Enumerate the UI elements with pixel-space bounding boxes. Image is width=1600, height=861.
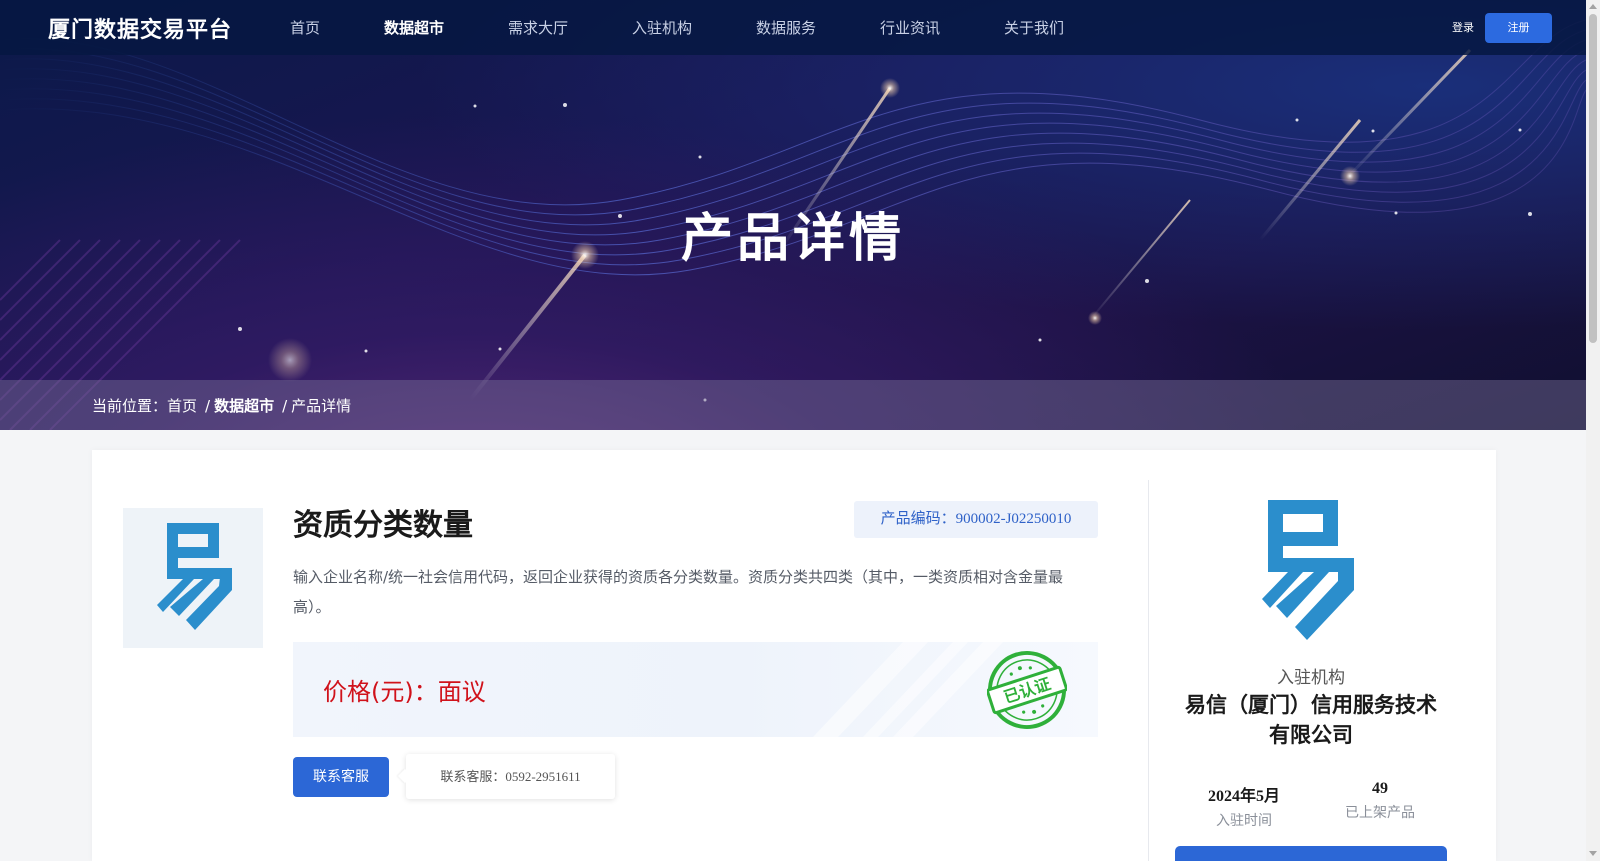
org-label: 入驻机构 [1277,668,1345,688]
breadcrumb-prefix: 当前位置： [92,397,168,415]
vertical-divider [1148,480,1149,861]
breadcrumb-current: 产品详情 [291,397,352,415]
price-box: 价格(元)：面议 已认证 [293,642,1098,737]
stat-product-count-value: 49 [1372,780,1388,797]
breadcrumb-data-market[interactable]: 数据超市 [214,397,274,415]
org-name-line2: 有限公司 [1269,723,1353,747]
nav-demand-hall[interactable]: 需求大厅 [508,17,568,38]
site-logo[interactable]: 厦门数据交易平台 [48,12,232,44]
contact-service-button[interactable]: 联系客服 [293,757,389,797]
org-name-line1: 易信（厦门）信用服务技术 [1185,693,1437,717]
top-navbar: 厦门数据交易平台 首页 数据超市 需求大厅 入驻机构 数据服务 行业资讯 关于我… [0,0,1586,55]
org-name: 易信（厦门）信用服务技术 有限公司 [1175,690,1447,750]
nav-data-market[interactable]: 数据超市 [384,17,444,38]
certified-stamp: 已认证 [987,651,1067,729]
breadcrumb-separator: / [282,397,288,415]
stat-product-count-label: 已上架产品 [1345,805,1415,821]
nav-industry-news[interactable]: 行业资讯 [880,17,940,38]
breadcrumb-separator: / [205,397,211,415]
product-code-tag: 产品编码：900002-J02250010 [854,501,1098,538]
contact-phone-tooltip: 联系客服：0592-2951611 [406,754,615,799]
scroll-thumb[interactable] [1589,14,1597,343]
breadcrumb-bar: 当前位置：首页 / 数据超市 / 产品详情 [0,380,1586,430]
nav-data-services[interactable]: 数据服务 [756,17,816,38]
breadcrumb-home[interactable]: 首页 [167,397,197,415]
register-button[interactable]: 注册 [1485,13,1552,43]
yi-logo-icon [1262,500,1354,640]
login-link[interactable]: 登录 [1452,19,1474,35]
scroll-up-arrow-icon[interactable] [1589,4,1597,9]
stat-join-time-value: 2024年5月 [1207,788,1280,805]
breadcrumb: 当前位置：首页 / 数据超市 / 产品详情 [92,395,351,416]
banner-title: 产品详情 [680,209,905,269]
nav-institutions[interactable]: 入驻机构 [632,17,692,38]
stat-product-count: 49 已上架产品 [1320,780,1440,822]
yi-logo-icon [157,523,232,630]
org-detail-button[interactable] [1175,846,1447,861]
scroll-down-arrow-icon[interactable] [1589,851,1597,856]
product-title: 资质分类数量 [293,508,473,543]
stat-join-time: 2024年5月 入驻时间 [1184,782,1304,830]
price-text: 价格(元)：面议 [323,678,486,706]
stat-join-time-label: 入驻时间 [1216,813,1272,829]
product-description: 输入企业名称/统一社会信用代码，返回企业获得的资质各分类数量。资质分类共四类（其… [293,568,1064,616]
page-scrollbar[interactable] [1586,0,1600,861]
price-box-decoration [813,642,1003,737]
nav-about-us[interactable]: 关于我们 [1004,17,1064,38]
product-image [123,508,263,648]
hero-banner: 产品详情 [0,0,1586,430]
nav-home[interactable]: 首页 [290,17,320,38]
